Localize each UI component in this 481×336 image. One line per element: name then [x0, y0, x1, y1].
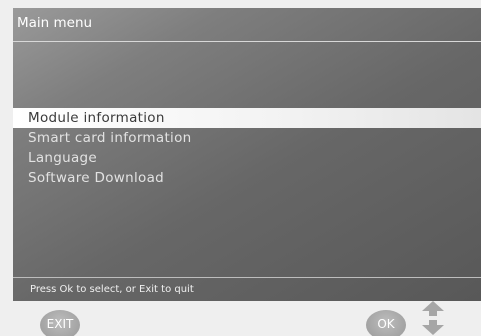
title-divider: [13, 41, 481, 42]
menu-screen: Main menu Module information Smart card …: [0, 0, 481, 336]
main-menu-list: Module information Smart card informatio…: [13, 108, 481, 188]
exit-button[interactable]: EXIT: [40, 310, 80, 336]
menu-item-language[interactable]: Language: [13, 148, 481, 168]
menu-item-smart-card-information[interactable]: Smart card information: [13, 128, 481, 148]
up-down-arrows-icon[interactable]: [420, 300, 446, 336]
menu-item-module-information[interactable]: Module information: [13, 108, 481, 128]
menu-item-software-download[interactable]: Software Download: [13, 168, 481, 188]
page-title: Main menu: [17, 15, 93, 31]
ok-button[interactable]: OK: [366, 310, 406, 336]
status-hint: Press Ok to select, or Exit to quit: [30, 284, 194, 295]
status-divider: [13, 277, 481, 278]
